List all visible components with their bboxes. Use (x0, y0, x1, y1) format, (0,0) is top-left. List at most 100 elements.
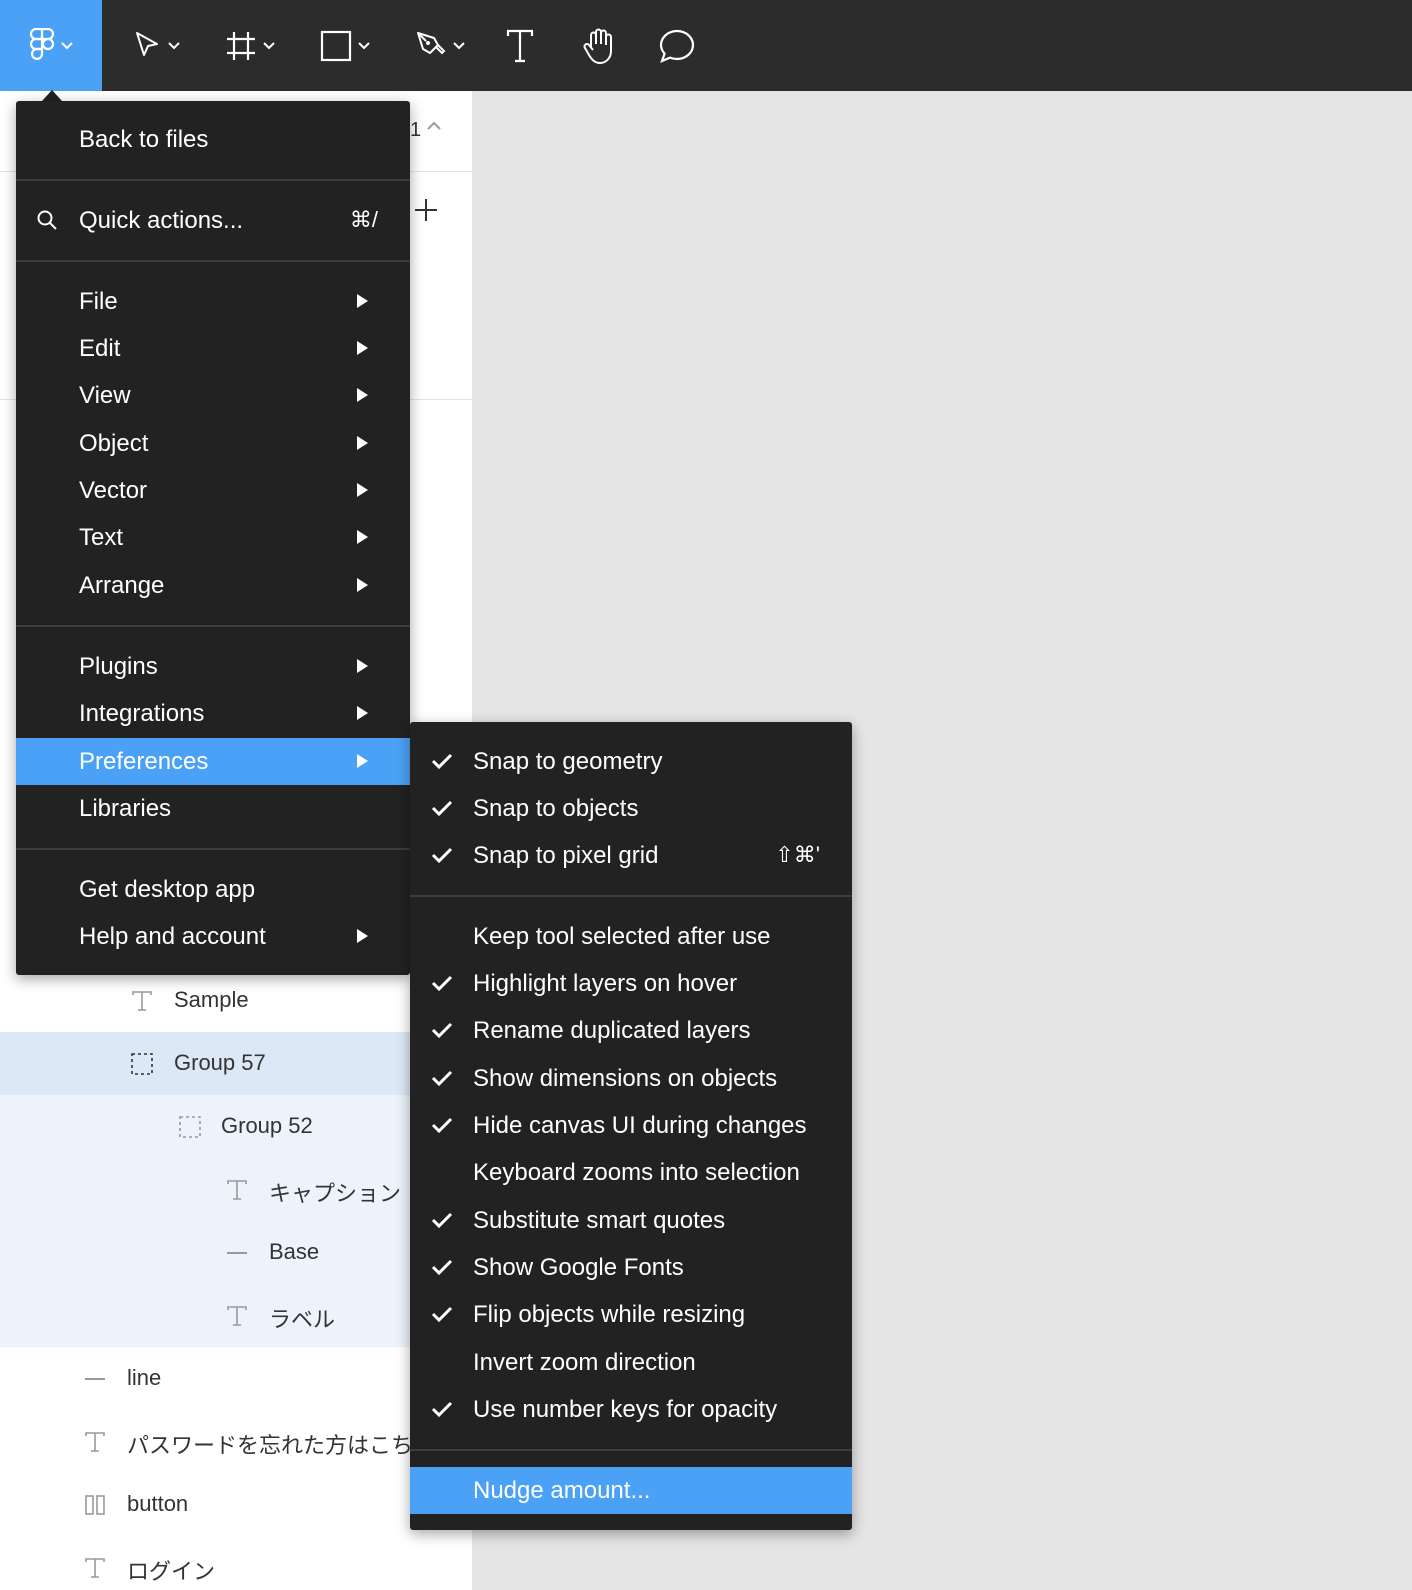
pref-number-keys-opacity[interactable]: Use number keys for opacity (410, 1386, 852, 1433)
frame-tool[interactable] (215, 0, 285, 91)
rectangle-icon (320, 30, 352, 61)
menu-separator (410, 1449, 852, 1451)
menu-item-get-desktop-app[interactable]: Get desktop app (16, 866, 410, 913)
menu-item-label: Nudge amount... (473, 1477, 651, 1504)
layer-row[interactable]: パスワードを忘れた方はこち (0, 1410, 472, 1473)
menu-item-back-to-files[interactable]: Back to files (16, 116, 410, 163)
pref-keep-tool-selected[interactable]: Keep tool selected after use (410, 913, 852, 960)
pref-snap-to-geometry[interactable]: Snap to geometry (410, 738, 852, 785)
menu-item-help-and-account[interactable]: Help and account (16, 913, 410, 960)
pref-nudge-amount[interactable]: Nudge amount... (410, 1467, 852, 1514)
menu-item-label: Text (79, 524, 124, 551)
checkmark-icon (431, 1306, 453, 1323)
menu-item-label: Back to files (79, 126, 209, 153)
layer-row[interactable]: Base (0, 1221, 472, 1284)
menu-item-label: Vector (79, 477, 148, 504)
text-icon (132, 991, 152, 1011)
layer-label: パスワードを忘れた方はこち (127, 1433, 414, 1458)
layer-row[interactable]: button (0, 1473, 472, 1536)
line-icon (85, 1378, 105, 1380)
pref-rename-duplicated-layers[interactable]: Rename duplicated layers (410, 1007, 852, 1054)
pref-hide-canvas-ui[interactable]: Hide canvas UI during changes (410, 1102, 852, 1149)
menu-item-label: Invert zoom direction (473, 1349, 696, 1376)
chevron-down-icon (61, 41, 73, 49)
pref-keyboard-zooms[interactable]: Keyboard zooms into selection (410, 1149, 852, 1196)
checkmark-icon (431, 847, 453, 864)
toolbar (0, 0, 1412, 91)
chevron-down-icon (263, 41, 275, 49)
menu-item-file[interactable]: File (16, 278, 410, 325)
menu-item-arrange[interactable]: Arrange (16, 562, 410, 609)
menu-item-plugins[interactable]: Plugins (16, 643, 410, 690)
layer-row[interactable]: Group 52 (0, 1095, 472, 1158)
hand-icon (583, 28, 612, 64)
layer-row[interactable]: line (0, 1347, 472, 1410)
menu-item-edit[interactable]: Edit (16, 325, 410, 372)
checkmark-icon (431, 800, 453, 817)
figma-logo-icon (29, 27, 55, 60)
add-page-icon[interactable] (414, 198, 438, 222)
pref-snap-to-objects[interactable]: Snap to objects (410, 785, 852, 832)
pref-show-google-fonts[interactable]: Show Google Fonts (410, 1244, 852, 1291)
menu-item-label: Flip objects while resizing (473, 1301, 746, 1328)
menu-item-integrations[interactable]: Integrations (16, 690, 410, 737)
checkmark-icon (431, 1070, 453, 1087)
search-icon (37, 210, 57, 230)
pref-invert-zoom[interactable]: Invert zoom direction (410, 1339, 852, 1386)
text-icon (227, 1306, 247, 1326)
menu-item-label: Snap to geometry (473, 748, 663, 775)
pref-highlight-layers-on-hover[interactable]: Highlight layers on hover (410, 960, 852, 1007)
submenu-arrow-icon (357, 706, 368, 720)
menu-item-vector[interactable]: Vector (16, 467, 410, 514)
main-menu-button[interactable] (0, 0, 102, 91)
menu-item-object[interactable]: Object (16, 420, 410, 467)
submenu-arrow-icon (357, 436, 368, 450)
pref-snap-to-pixel-grid[interactable]: Snap to pixel grid ⇧⌘' (410, 832, 852, 879)
pointer-icon (136, 31, 158, 56)
layer-row[interactable]: ラベル (0, 1284, 472, 1347)
menu-item-label: Keyboard zooms into selection (473, 1159, 800, 1186)
pref-flip-objects[interactable]: Flip objects while resizing (410, 1291, 852, 1338)
menu-item-label: Snap to objects (473, 795, 639, 822)
pref-smart-quotes[interactable]: Substitute smart quotes (410, 1197, 852, 1244)
text-tool[interactable] (497, 0, 543, 91)
menu-item-view[interactable]: View (16, 372, 410, 419)
menu-item-libraries[interactable]: Libraries (16, 785, 410, 832)
layer-label: Sample (174, 987, 249, 1012)
submenu-arrow-icon (357, 341, 368, 355)
menu-item-label: Integrations (79, 700, 205, 727)
layer-label: button (127, 1491, 189, 1516)
submenu-arrow-icon (357, 294, 368, 308)
menu-item-preferences[interactable]: Preferences (16, 738, 410, 785)
shape-tool[interactable] (310, 0, 380, 91)
component-icon (85, 1495, 105, 1515)
menu-item-quick-actions[interactable]: Quick actions... ⌘/ (16, 197, 410, 244)
checkmark-icon (431, 1022, 453, 1039)
layer-row[interactable]: Sample (0, 969, 472, 1032)
layer-label: Group 57 (174, 1050, 266, 1075)
layer-row[interactable]: キャプション (0, 1158, 472, 1221)
pen-tool[interactable] (405, 0, 475, 91)
menu-item-label: Rename duplicated layers (473, 1017, 751, 1044)
layer-row[interactable]: Group 57 (0, 1032, 472, 1095)
chevron-up-icon[interactable] (427, 121, 441, 131)
menu-item-label: Show dimensions on objects (473, 1065, 778, 1092)
menu-separator (16, 625, 410, 627)
menu-separator (16, 260, 410, 262)
layer-label: ログイン (127, 1559, 216, 1584)
checkmark-icon (431, 1401, 453, 1418)
submenu-arrow-icon (357, 754, 368, 768)
pref-show-dimensions[interactable]: Show dimensions on objects (410, 1055, 852, 1102)
menu-separator (16, 848, 410, 850)
menu-item-label: Help and account (79, 923, 266, 950)
menu-item-text[interactable]: Text (16, 514, 410, 561)
menu-item-label: Highlight layers on hover (473, 970, 738, 997)
hand-tool[interactable] (577, 0, 623, 91)
layer-label: Base (269, 1239, 320, 1264)
menu-item-label: Object (79, 430, 149, 457)
layer-row[interactable]: ログイン (0, 1536, 472, 1590)
comment-tool[interactable] (654, 0, 700, 91)
checkmark-icon (431, 753, 453, 770)
move-tool[interactable] (122, 0, 192, 91)
submenu-arrow-icon (357, 388, 368, 402)
